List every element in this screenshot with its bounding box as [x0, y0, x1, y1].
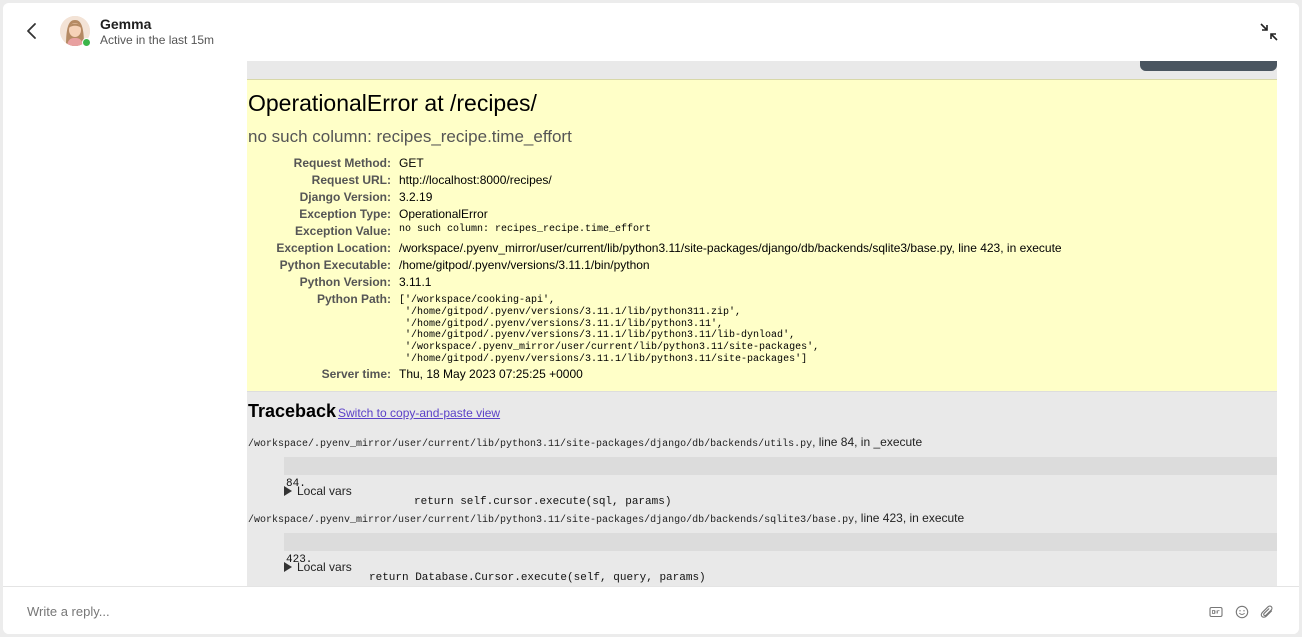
- meta-key: Django Version:: [299, 190, 391, 204]
- meta-value: no such column: recipes_recipe.time_effo…: [399, 224, 652, 235]
- local-vars-toggle[interactable]: Local vars: [284, 560, 352, 574]
- meta-row: Exception Type: OperationalError: [247, 207, 1277, 224]
- screenshot-top-button: [1140, 61, 1277, 71]
- reply-input[interactable]: [27, 601, 1177, 621]
- frame-path: /workspace/.pyenv_mirror/user/current/li…: [248, 439, 813, 450]
- conversation-panel: Gemma Active in the last 15m Operational…: [3, 3, 1299, 634]
- traceback-heading: Traceback: [248, 401, 337, 421]
- conversation-header: Gemma Active in the last 15m: [3, 3, 1299, 61]
- meta-row: Exception Value: no such column: recipes…: [247, 224, 1277, 241]
- shared-screenshot[interactable]: OperationalError at /recipes/ no such co…: [247, 61, 1277, 586]
- frame-location: , line 84, in _execute: [812, 435, 923, 449]
- meta-key: Exception Value:: [294, 224, 391, 238]
- meta-row: Python Version: 3.11.1: [247, 275, 1277, 292]
- meta-value: Thu, 18 May 2023 07:25:25 +0000: [399, 367, 583, 381]
- python-path-value: ['/workspace/cooking-api', '/home/gitpod…: [399, 295, 820, 365]
- copy-paste-view-link[interactable]: Switch to copy-and-paste view: [338, 406, 500, 420]
- frame-path: /workspace/.pyenv_mirror/user/current/li…: [248, 515, 855, 526]
- contact-name: Gemma: [100, 16, 152, 32]
- traceback-frame-file: /workspace/.pyenv_mirror/user/current/li…: [248, 511, 964, 526]
- traceback-code-line: 423. return Database.Cursor.execute(self…: [284, 533, 1277, 584]
- error-summary: OperationalError at /recipes/ no such co…: [247, 79, 1277, 392]
- emoji-icon[interactable]: [1235, 605, 1249, 619]
- code-text: return Database.Cursor.execute(self, que…: [369, 572, 706, 584]
- meta-key: Exception Location:: [276, 241, 391, 255]
- meta-row: Request URL: http://localhost:8000/recip…: [247, 173, 1277, 190]
- disclosure-triangle-icon: [284, 562, 292, 572]
- meta-key: Server time:: [321, 367, 391, 381]
- traceback-frame-file: /workspace/.pyenv_mirror/user/current/li…: [248, 435, 922, 450]
- meta-key: Request Method:: [293, 156, 391, 170]
- code-text: return self.cursor.execute(sql, params): [414, 496, 672, 508]
- meta-key: Python Version:: [299, 275, 391, 289]
- meta-key: Request URL:: [311, 173, 391, 187]
- local-vars-toggle[interactable]: Local vars: [284, 484, 352, 498]
- local-vars-label: Local vars: [297, 484, 352, 498]
- meta-row: Request Method: GET: [247, 156, 1277, 173]
- meta-value: 3.11.1: [399, 275, 432, 289]
- meta-value: OperationalError: [399, 207, 488, 221]
- collapse-icon[interactable]: [1258, 21, 1280, 43]
- disclosure-triangle-icon: [284, 486, 292, 496]
- local-vars-label: Local vars: [297, 560, 352, 574]
- meta-key: Python Path:: [317, 292, 391, 306]
- meta-value: /home/gitpod/.pyenv/versions/3.11.1/bin/…: [399, 258, 650, 272]
- meta-value: http://localhost:8000/recipes/: [399, 173, 552, 187]
- error-title: OperationalError at /recipes/: [248, 90, 537, 116]
- gif-icon[interactable]: [1209, 605, 1223, 619]
- meta-value: 3.2.19: [399, 190, 433, 204]
- meta-key: Exception Type:: [299, 207, 391, 221]
- reply-composer: [3, 586, 1299, 634]
- attachment-icon[interactable]: [1260, 605, 1274, 619]
- meta-value: GET: [399, 156, 424, 170]
- meta-row: Django Version: 3.2.19: [247, 190, 1277, 207]
- frame-location: , line 423, in execute: [854, 511, 965, 525]
- meta-key: Python Executable:: [279, 258, 391, 272]
- error-subtitle: no such column: recipes_recipe.time_effo…: [248, 127, 572, 146]
- contact-status: Active in the last 15m: [100, 33, 215, 47]
- back-icon[interactable]: [21, 20, 43, 42]
- traceback-code-line: 84. return self.cursor.execute(sql, para…: [284, 457, 1277, 508]
- meta-value: /workspace/.pyenv_mirror/user/current/li…: [399, 241, 1062, 255]
- online-indicator: [82, 38, 91, 47]
- meta-row: Exception Location: /workspace/.pyenv_mi…: [247, 241, 1277, 258]
- meta-row: Server time: Thu, 18 May 2023 07:25:25 +…: [247, 367, 1277, 384]
- meta-row: Python Executable: /home/gitpod/.pyenv/v…: [247, 258, 1277, 275]
